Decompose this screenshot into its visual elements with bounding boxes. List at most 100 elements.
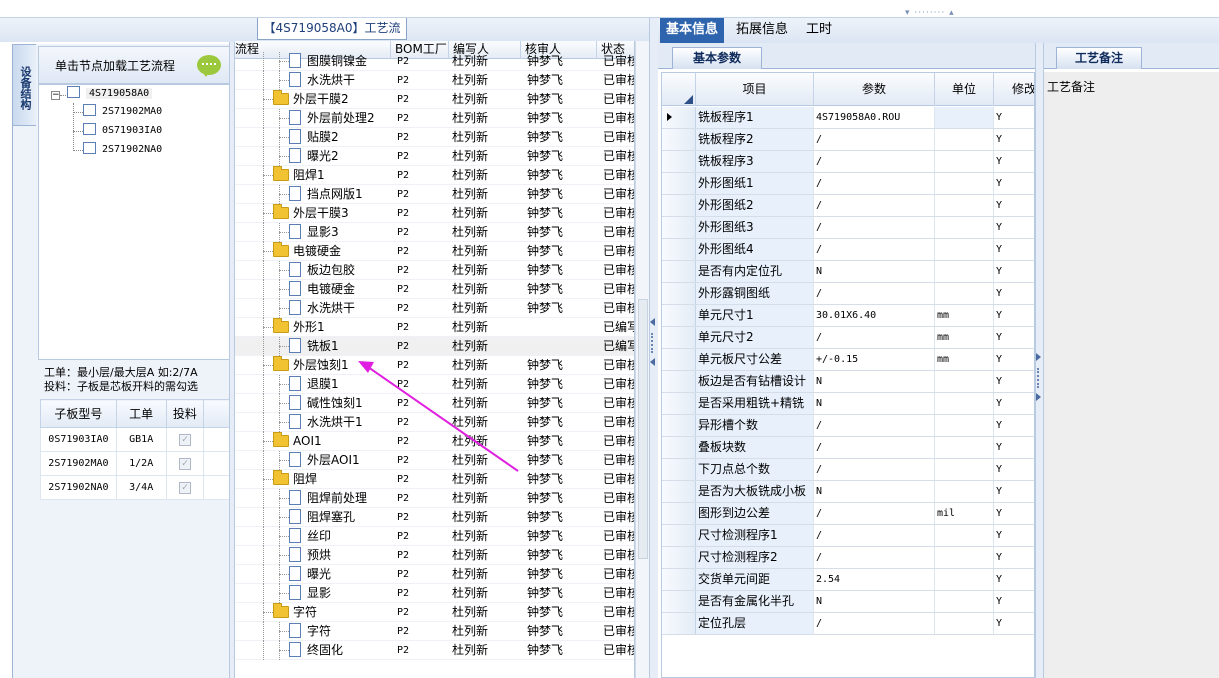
- tree-node[interactable]: 2S71902MA0: [83, 104, 162, 120]
- tab-basic-info[interactable]: 基本信息: [660, 18, 725, 43]
- tab-work-hours[interactable]: 工时: [800, 18, 838, 43]
- tab-extended-info[interactable]: 拓展信息: [730, 18, 794, 43]
- row-header[interactable]: [662, 151, 696, 172]
- param-value[interactable]: 2.54: [814, 569, 935, 590]
- param-unit[interactable]: [935, 459, 994, 480]
- sub-order[interactable]: GB1A: [115, 427, 167, 452]
- param-row[interactable]: 尺寸检测程序2 / Y: [662, 547, 1034, 569]
- row-header[interactable]: [662, 525, 696, 546]
- row-header[interactable]: [662, 547, 696, 568]
- flow-group-row[interactable]: AOI1 P2 杜列新 钟梦飞 已审核: [235, 432, 634, 451]
- flow-step-row[interactable]: 丝印 P2 杜列新 钟梦飞 已审核: [235, 527, 634, 546]
- param-modify[interactable]: Y: [994, 415, 1034, 436]
- scroll-thumb[interactable]: [638, 299, 648, 559]
- param-value[interactable]: N: [814, 393, 935, 414]
- feed-checkbox[interactable]: ✓: [178, 481, 191, 494]
- param-modify[interactable]: Y: [994, 239, 1034, 260]
- flow-step-row[interactable]: 水洗烘干 P2 杜列新 钟梦飞 已审核: [235, 71, 634, 90]
- row-header[interactable]: [662, 459, 696, 480]
- flow-step-row[interactable]: 碱性蚀刻1 P2 杜列新 钟梦飞 已审核: [235, 394, 634, 413]
- param-value[interactable]: N: [814, 591, 935, 612]
- row-header[interactable]: [662, 261, 696, 282]
- param-unit[interactable]: mm: [935, 305, 994, 326]
- param-row[interactable]: 叠板块数 / Y: [662, 437, 1034, 459]
- param-unit[interactable]: mm: [935, 327, 994, 348]
- param-modify[interactable]: Y: [994, 569, 1034, 590]
- param-modify[interactable]: Y: [994, 129, 1034, 150]
- flow-step-row[interactable]: 显影3 P2 杜列新 钟梦飞 已审核: [235, 223, 634, 242]
- param-value[interactable]: N: [814, 371, 935, 392]
- row-header[interactable]: [662, 195, 696, 216]
- param-value[interactable]: /: [814, 525, 935, 546]
- param-row[interactable]: 外形图纸1 / Y: [662, 173, 1034, 195]
- col-value[interactable]: 参数: [814, 73, 935, 106]
- row-header[interactable]: [662, 107, 696, 128]
- param-value[interactable]: /: [814, 327, 935, 348]
- param-row[interactable]: 是否为大板铣成小板 N Y: [662, 481, 1034, 503]
- param-value[interactable]: /: [814, 129, 935, 150]
- param-row[interactable]: 铣板程序1 4S719058A0.ROU Y: [662, 107, 1034, 129]
- flow-group-row[interactable]: 字符 P2 杜列新 钟梦飞 已审核: [235, 603, 634, 622]
- collapse-grip-icon[interactable]: ▾ ········ ▴: [905, 9, 965, 18]
- flow-group-row[interactable]: 外层干膜2 P2 杜列新 钟梦飞 已审核: [235, 90, 634, 109]
- flow-step-row[interactable]: 图膜铜镍金 P2 杜列新 钟梦飞 已审核: [235, 52, 634, 71]
- param-unit[interactable]: mil: [935, 503, 994, 524]
- param-row[interactable]: 单元尺寸2 / mm Y: [662, 327, 1034, 349]
- param-row[interactable]: 交货单元间距 2.54 Y: [662, 569, 1034, 591]
- sub-order[interactable]: 1/2A: [115, 451, 167, 476]
- param-value[interactable]: /: [814, 459, 935, 480]
- tree-node[interactable]: 0S71903IA0: [83, 123, 162, 139]
- flow-step-row[interactable]: 曝光 P2 杜列新 钟梦飞 已审核: [235, 565, 634, 584]
- param-unit[interactable]: [935, 393, 994, 414]
- row-header[interactable]: [662, 591, 696, 612]
- flow-step-row[interactable]: 阻焊前处理 P2 杜列新 钟梦飞 已审核: [235, 489, 634, 508]
- param-modify[interactable]: Y: [994, 349, 1034, 370]
- splitter-right[interactable]: [1035, 43, 1044, 678]
- param-modify[interactable]: Y: [994, 107, 1034, 128]
- row-header[interactable]: [662, 613, 696, 634]
- param-modify[interactable]: Y: [994, 195, 1034, 216]
- param-modify[interactable]: Y: [994, 437, 1034, 458]
- tree-root[interactable]: 4S719058A0: [67, 86, 153, 102]
- param-row[interactable]: 单元板尺寸公差 +/-0.15 mm Y: [662, 349, 1034, 371]
- param-modify[interactable]: Y: [994, 503, 1034, 524]
- feed-checkbox[interactable]: ✓: [178, 457, 191, 470]
- flow-step-row[interactable]: 板边包胶 P2 杜列新 钟梦飞 已审核: [235, 261, 634, 280]
- param-row[interactable]: 铣板程序3 / Y: [662, 151, 1034, 173]
- param-value[interactable]: /: [814, 239, 935, 260]
- tree-node[interactable]: 2S71902NA0: [83, 142, 162, 158]
- row-header[interactable]: [662, 569, 696, 590]
- row-header[interactable]: [662, 129, 696, 150]
- param-unit[interactable]: [935, 151, 994, 172]
- param-modify[interactable]: Y: [994, 393, 1034, 414]
- flow-step-row[interactable]: 终固化 P2 杜列新 钟梦飞 已审核: [235, 641, 634, 660]
- col-model[interactable]: 子板型号: [40, 399, 117, 428]
- sub-board-row[interactable]: 0S71903IA0 GB1A ✓: [40, 427, 230, 452]
- param-row[interactable]: 图形到边公差 / mil Y: [662, 503, 1034, 525]
- param-unit[interactable]: [935, 569, 994, 590]
- tab-process-notes[interactable]: 工艺备注: [1056, 47, 1142, 69]
- param-modify[interactable]: Y: [994, 217, 1034, 238]
- flow-step-row[interactable]: 水洗烘干1 P2 杜列新 钟梦飞 已审核: [235, 413, 634, 432]
- flow-step-row[interactable]: 电镀硬金 P2 杜列新 钟梦飞 已审核: [235, 280, 634, 299]
- param-unit[interactable]: [935, 261, 994, 282]
- param-row[interactable]: 外形图纸3 / Y: [662, 217, 1034, 239]
- param-modify[interactable]: Y: [994, 525, 1034, 546]
- param-value[interactable]: /: [814, 173, 935, 194]
- flow-group-row[interactable]: 阻焊 P2 杜列新 钟梦飞 已审核: [235, 470, 634, 489]
- splitter-middle[interactable]: [649, 18, 658, 678]
- param-modify[interactable]: Y: [994, 305, 1034, 326]
- flow-step-row[interactable]: 显影 P2 杜列新 钟梦飞 已审核: [235, 584, 634, 603]
- sub-board-row[interactable]: 2S71902MA0 1/2A ✓: [40, 451, 230, 476]
- param-unit[interactable]: [935, 613, 994, 634]
- param-unit[interactable]: [935, 195, 994, 216]
- param-value[interactable]: /: [814, 613, 935, 634]
- flow-step-row[interactable]: 外层前处理2 P2 杜列新 钟梦飞 已审核: [235, 109, 634, 128]
- device-structure-tab[interactable]: 设备结构: [12, 44, 36, 126]
- param-value[interactable]: /: [814, 217, 935, 238]
- param-unit[interactable]: [935, 107, 994, 128]
- param-value[interactable]: /: [814, 503, 935, 524]
- row-header[interactable]: [662, 393, 696, 414]
- row-header[interactable]: [662, 371, 696, 392]
- row-header[interactable]: [662, 437, 696, 458]
